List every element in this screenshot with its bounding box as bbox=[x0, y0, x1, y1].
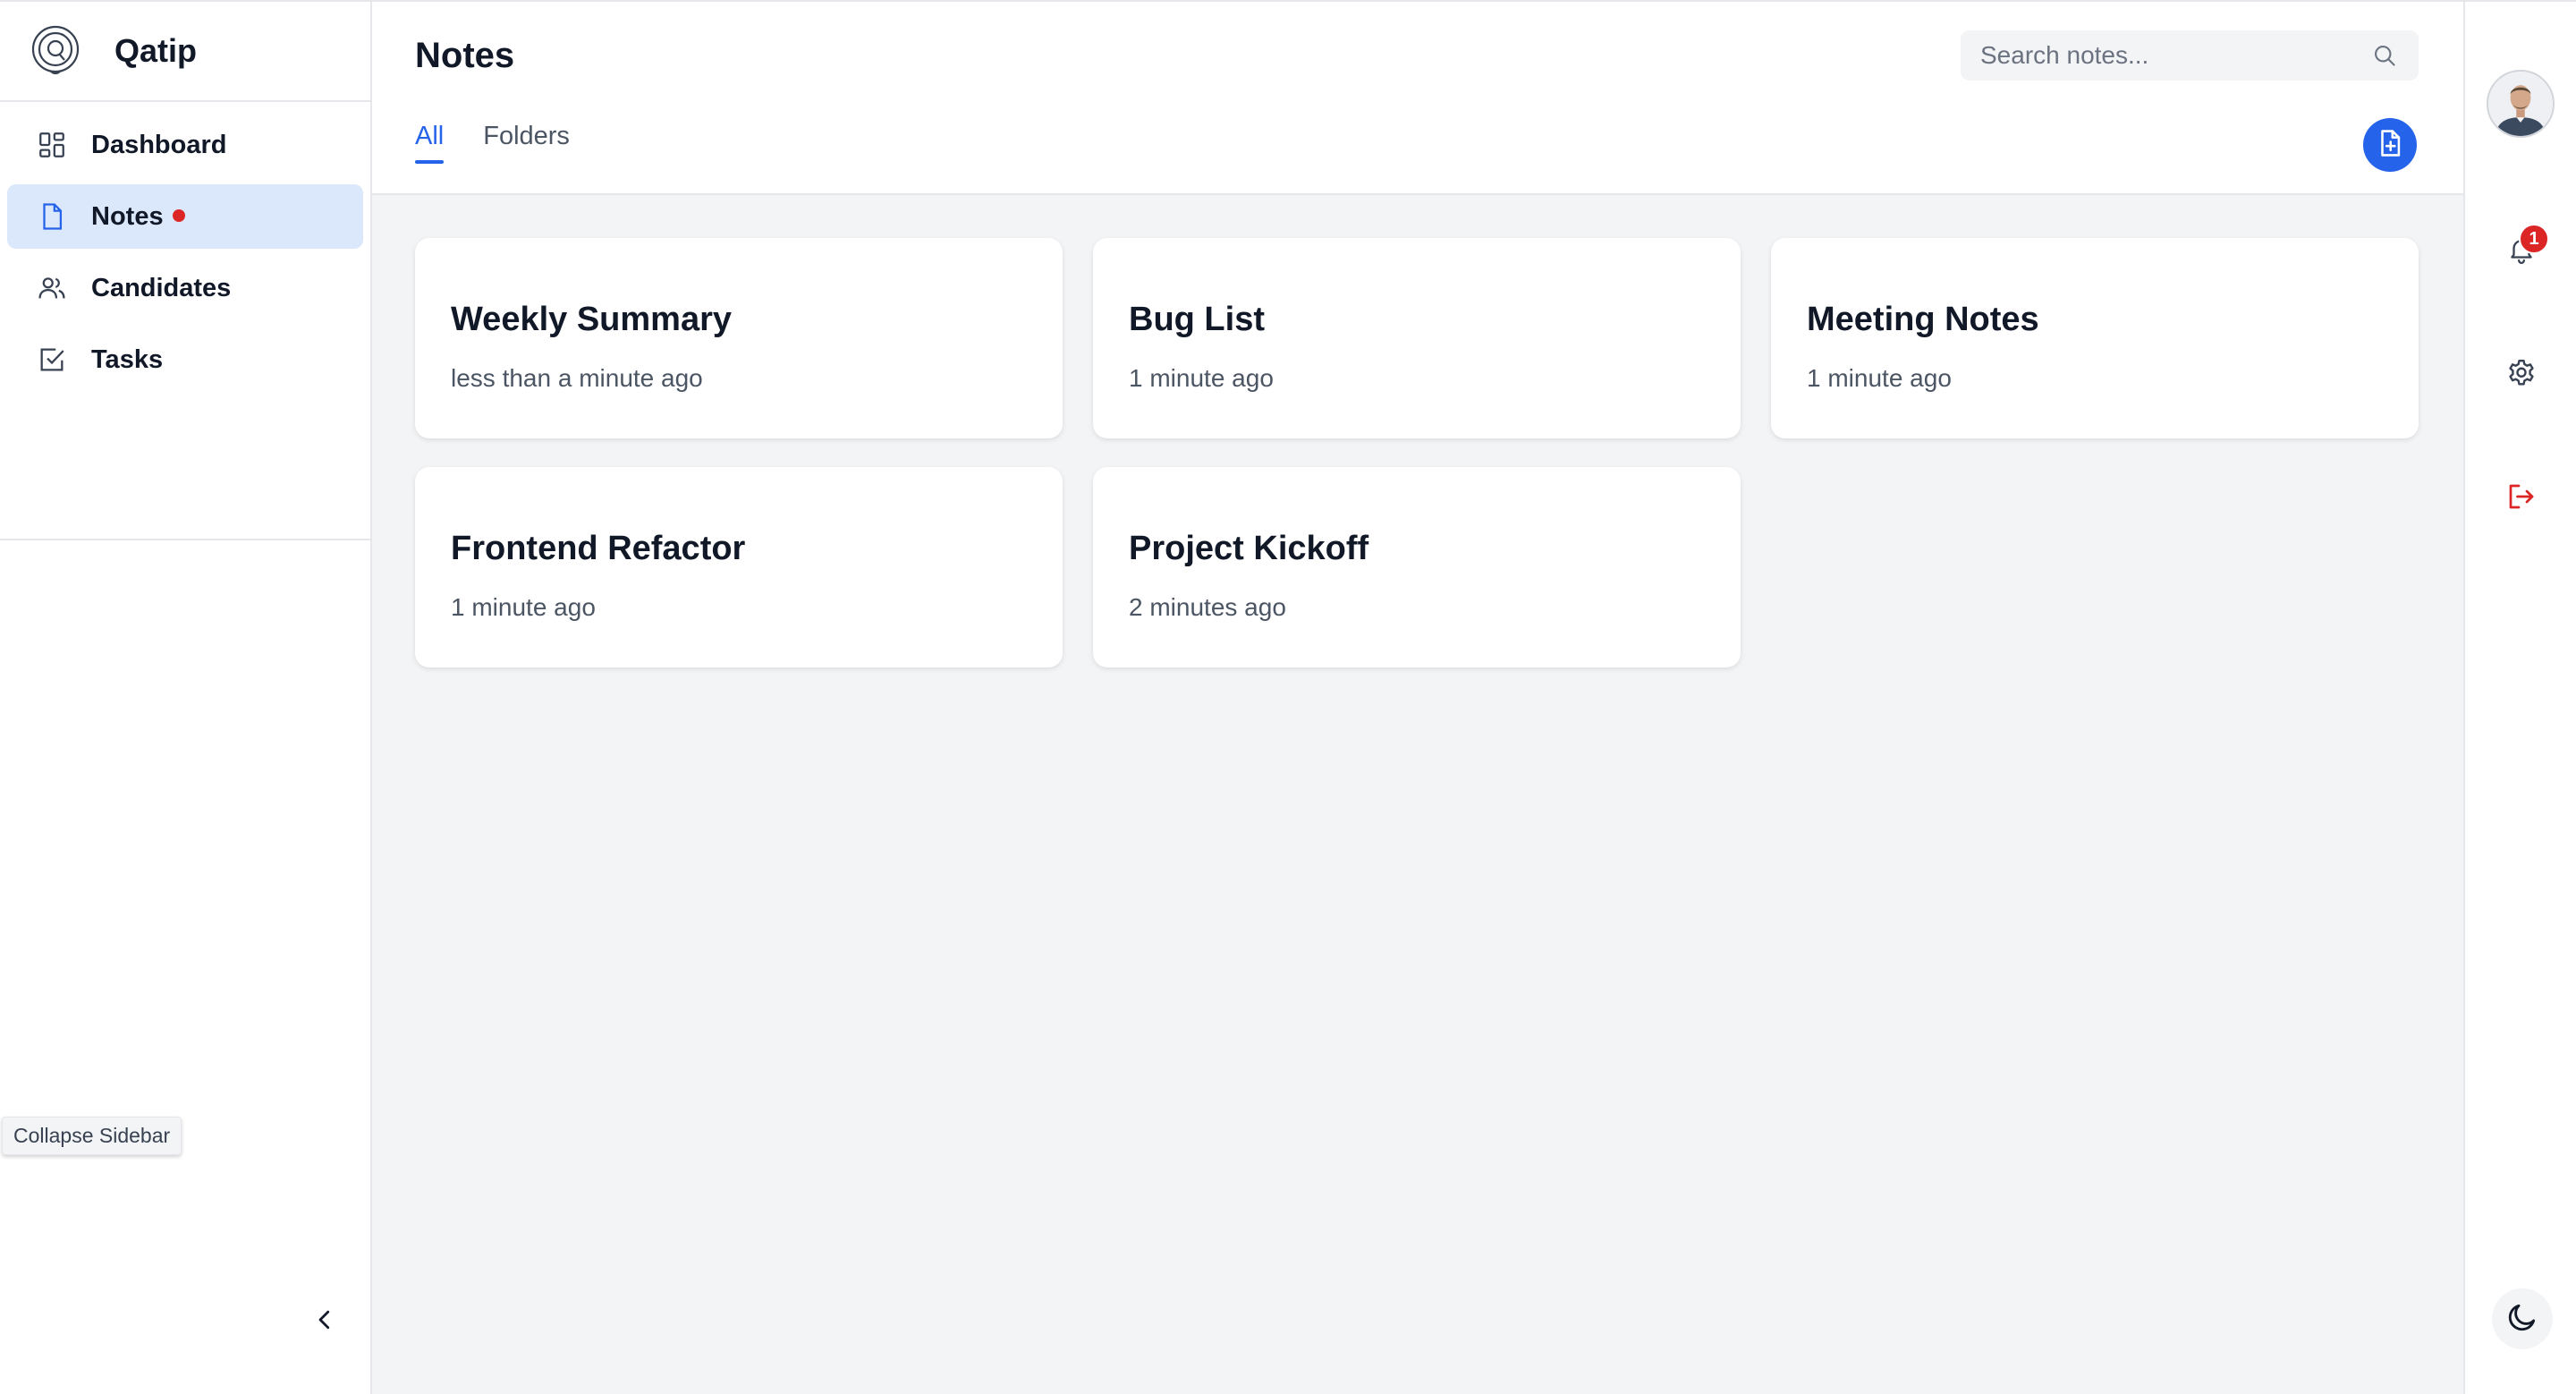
theme-toggle-button[interactable] bbox=[2492, 1288, 2553, 1349]
user-avatar[interactable] bbox=[2487, 70, 2555, 138]
note-title: Weekly Summary bbox=[451, 301, 733, 338]
gear-icon bbox=[2505, 357, 2538, 394]
note-card[interactable]: Meeting Notes 1 minute ago bbox=[1771, 238, 2419, 438]
users-icon bbox=[36, 272, 68, 304]
brand[interactable]: Qatip bbox=[0, 2, 370, 102]
notes-tabs: All Folders bbox=[415, 122, 570, 164]
note-title: Meeting Notes bbox=[1807, 301, 2039, 338]
right-rail: 1 bbox=[2463, 2, 2576, 1394]
page-header: Notes All Folders bbox=[372, 2, 2463, 195]
sidebar: Qatip Dashboard Notes Candidates Tasks bbox=[0, 2, 372, 1394]
logout-icon bbox=[2505, 480, 2538, 517]
file-plus-icon bbox=[2375, 128, 2405, 163]
collapse-sidebar-button[interactable] bbox=[304, 1301, 345, 1342]
sidebar-item-label: Tasks bbox=[91, 344, 164, 374]
app-name: Qatip bbox=[114, 32, 198, 69]
search-icon[interactable] bbox=[2370, 41, 2399, 70]
chevron-left-icon bbox=[311, 1306, 338, 1338]
tab-all[interactable]: All bbox=[415, 122, 445, 164]
note-title: Project Kickoff bbox=[1129, 530, 1369, 567]
sidebar-item-notes[interactable]: Notes bbox=[7, 184, 363, 249]
sidebar-item-label: Dashboard bbox=[91, 130, 227, 159]
note-title: Bug List bbox=[1129, 301, 1265, 338]
search-box[interactable] bbox=[1961, 30, 2419, 81]
note-timestamp: 1 minute ago bbox=[451, 593, 596, 621]
note-card[interactable]: Bug List 1 minute ago bbox=[1093, 238, 1741, 438]
search-input[interactable] bbox=[1980, 41, 2370, 70]
notifications-button[interactable]: 1 bbox=[2499, 224, 2549, 274]
note-timestamp: less than a minute ago bbox=[451, 364, 703, 392]
note-timestamp: 1 minute ago bbox=[1129, 364, 1274, 392]
notification-count-badge: 1 bbox=[2519, 224, 2549, 254]
sidebar-item-dashboard[interactable]: Dashboard bbox=[7, 113, 363, 177]
task-check-icon bbox=[36, 344, 68, 376]
sidebar-item-label: Candidates bbox=[91, 273, 232, 302]
app-window: Qatip Dashboard Notes Candidates Tasks C… bbox=[0, 0, 2576, 1394]
sidebar-nav: Dashboard Notes Candidates Tasks bbox=[0, 102, 370, 540]
moon-icon bbox=[2505, 1300, 2539, 1339]
tab-folders[interactable]: Folders bbox=[483, 122, 570, 164]
note-icon bbox=[36, 200, 68, 233]
settings-button[interactable] bbox=[2499, 353, 2544, 397]
sidebar-item-tasks[interactable]: Tasks bbox=[7, 327, 363, 392]
sidebar-item-label: Notes bbox=[91, 201, 164, 231]
new-note-button[interactable] bbox=[2363, 118, 2417, 172]
note-timestamp: 2 minutes ago bbox=[1129, 593, 1286, 621]
logout-button[interactable] bbox=[2499, 476, 2544, 521]
note-card[interactable]: Frontend Refactor 1 minute ago bbox=[415, 467, 1063, 667]
note-title: Frontend Refactor bbox=[451, 530, 746, 567]
page-title: Notes bbox=[415, 36, 515, 75]
qatip-logo-icon bbox=[29, 24, 82, 78]
note-card[interactable]: Project Kickoff 2 minutes ago bbox=[1093, 467, 1741, 667]
notes-grid: Weekly Summary less than a minute ago Bu… bbox=[415, 238, 2419, 667]
main-content: Notes All Folders bbox=[372, 2, 2463, 1394]
note-timestamp: 1 minute ago bbox=[1807, 364, 1952, 392]
unread-indicator-dot bbox=[172, 209, 185, 222]
dashboard-icon bbox=[36, 129, 68, 161]
note-card[interactable]: Weekly Summary less than a minute ago bbox=[415, 238, 1063, 438]
collapse-sidebar-tooltip: Collapse Sidebar bbox=[2, 1117, 182, 1155]
sidebar-item-candidates[interactable]: Candidates bbox=[7, 256, 363, 320]
